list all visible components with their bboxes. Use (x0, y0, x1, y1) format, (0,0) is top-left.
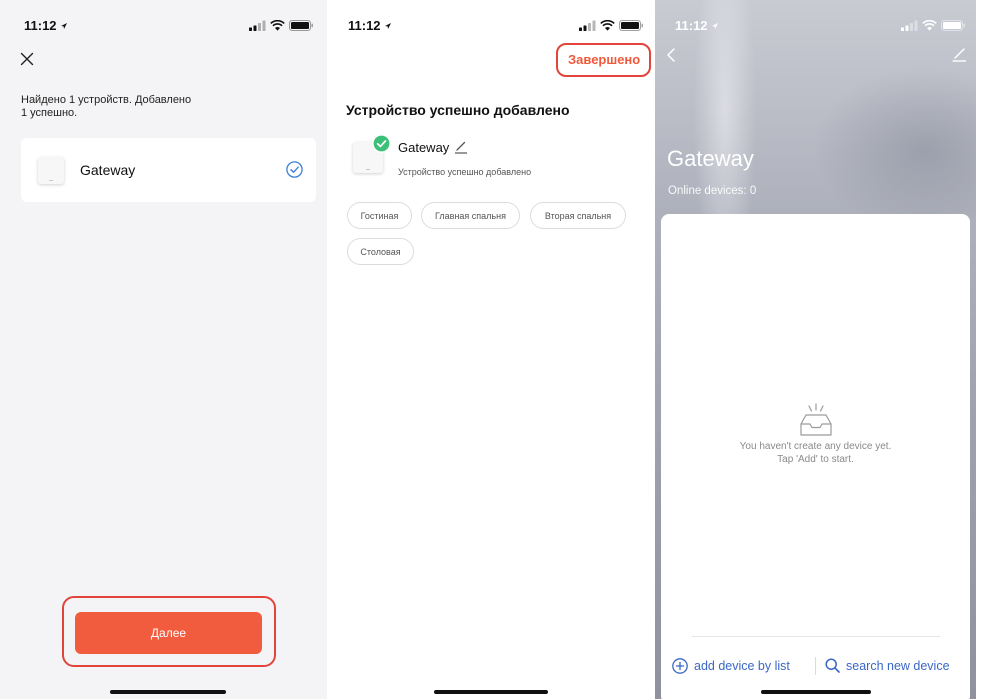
status-time: 11:12 (675, 18, 719, 33)
device-name: Gateway (80, 162, 136, 178)
home-indicator[interactable] (761, 690, 871, 694)
page-title: Gateway (667, 146, 754, 171)
battery-icon (619, 20, 643, 31)
device-status-text: Устройство успешно добавлено (398, 167, 532, 177)
home-indicator[interactable] (434, 690, 548, 694)
search-icon (825, 658, 840, 673)
action-separator (815, 657, 816, 675)
status-icons (579, 20, 643, 31)
device-found-screen: 11:12 Найдено 1 устройств. Добавлено 1 у… (0, 0, 327, 699)
signal-icon (249, 20, 266, 31)
back-chevron-icon[interactable] (665, 47, 677, 63)
result-message: Найдено 1 устройств. Добавлено 1 успешно… (21, 94, 192, 119)
device-card[interactable] (21, 138, 316, 202)
location-arrow-icon (711, 22, 718, 29)
page-title: Устройство успешно добавлено (346, 102, 570, 118)
location-arrow-icon (384, 22, 391, 29)
empty-inbox-icon (800, 403, 832, 436)
battery-icon (289, 20, 313, 31)
room-chip[interactable]: Столовая (347, 238, 414, 265)
status-icons (249, 20, 313, 31)
done-button[interactable]: Завершено (568, 52, 640, 67)
status-icons (901, 20, 965, 31)
room-chip[interactable]: Гостиная (347, 202, 412, 229)
wifi-icon (600, 20, 615, 31)
search-new-device-button[interactable]: search new device (825, 658, 950, 673)
plus-circle-icon (672, 658, 688, 674)
edit-icon[interactable] (951, 46, 967, 62)
signal-icon (901, 20, 918, 31)
room-chip[interactable]: Вторая спальня (530, 202, 626, 229)
divider (692, 636, 940, 637)
device-name: Gateway (398, 140, 450, 155)
wifi-icon (922, 20, 937, 31)
home-indicator[interactable] (110, 690, 226, 694)
close-icon[interactable] (20, 52, 34, 66)
status-time: 11:12 (24, 18, 68, 33)
device-added-screen: 11:12 Завершено Устройство успешно добав… (328, 0, 653, 699)
signal-icon (579, 20, 596, 31)
status-time: 11:12 (348, 18, 392, 33)
gateway-device-icon (38, 157, 64, 184)
check-circle-icon[interactable] (286, 161, 303, 178)
empty-state-text: You haven't create any device yet. Tap '… (739, 441, 892, 465)
battery-icon (941, 20, 965, 31)
room-chip[interactable]: Главная спальня (421, 202, 520, 229)
online-devices-count: Online devices: 0 (668, 185, 757, 197)
wifi-icon (270, 20, 285, 31)
add-device-by-list-button[interactable]: add device by list (672, 658, 790, 674)
gateway-screen: 11:12 Gateway Online devices: 0 You have… (655, 0, 976, 699)
next-button[interactable]: Далее (75, 612, 262, 654)
success-check-icon (372, 134, 391, 153)
location-arrow-icon (60, 22, 67, 29)
pencil-icon[interactable] (454, 140, 468, 154)
